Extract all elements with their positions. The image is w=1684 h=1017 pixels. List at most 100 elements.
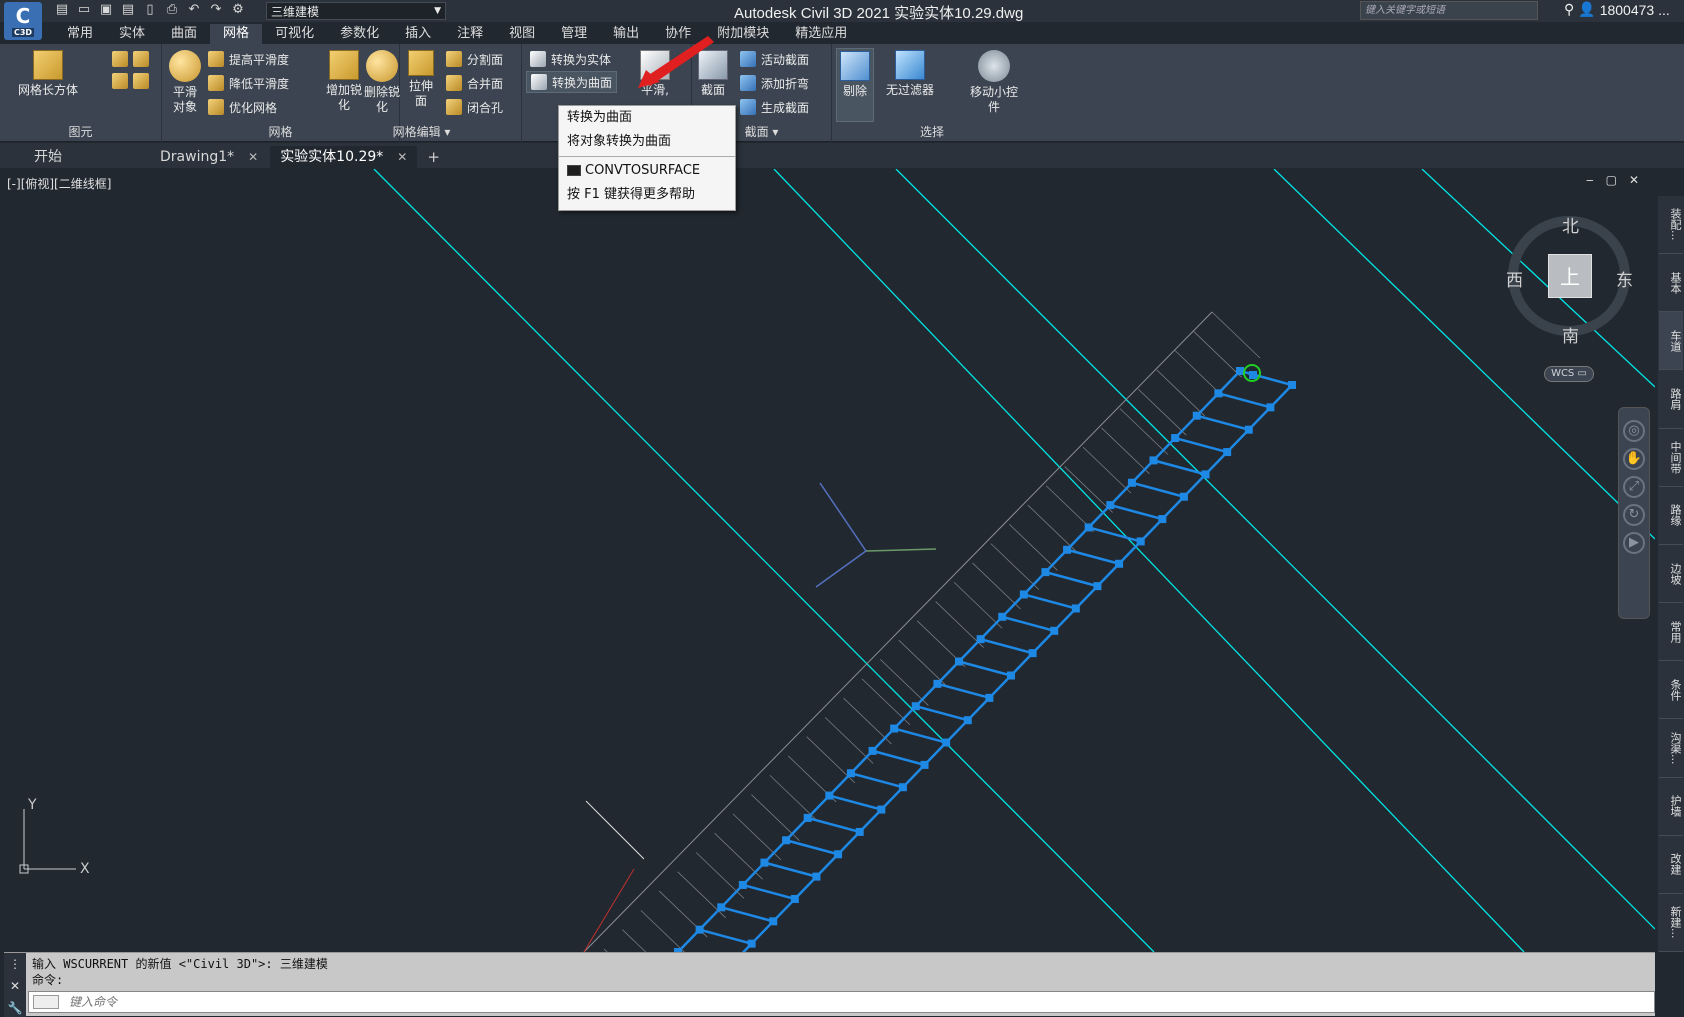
grip[interactable] (933, 679, 942, 688)
pan-hand-icon[interactable]: ✋ (1623, 448, 1645, 470)
smooth-more-button[interactable]: 提高平滑度 (208, 48, 289, 70)
command-prompt-icon[interactable] (33, 995, 59, 1009)
tab-4[interactable]: 可视化 (262, 24, 327, 44)
no-filter-button[interactable]: 无过滤器 (886, 50, 934, 98)
grip[interactable] (1158, 515, 1167, 524)
command-input[interactable]: 键入命令 (28, 991, 1655, 1013)
close-icon[interactable]: ✕ (10, 979, 20, 993)
mesh-cell[interactable] (717, 884, 796, 926)
mesh-cell[interactable] (803, 794, 883, 836)
grip[interactable] (825, 791, 834, 800)
tab-9[interactable]: 管理 (548, 24, 600, 44)
mesh-cell[interactable] (1106, 481, 1185, 524)
drawing-canvas[interactable]: Y X (4, 169, 1655, 952)
grip[interactable] (955, 657, 963, 666)
smooth-object-button[interactable]: 平滑对象 (168, 50, 202, 115)
drawing-viewport[interactable]: [-][俯视][二维线框] ‒ ▢ ✕ Y X (4, 169, 1655, 952)
grip[interactable] (695, 925, 704, 934)
mesh-cell[interactable] (695, 906, 775, 948)
app-menu-button[interactable]: C C3D (4, 2, 42, 40)
grip[interactable] (1136, 537, 1145, 546)
mesh-cell[interactable] (998, 593, 1077, 635)
grip[interactable] (920, 760, 929, 769)
web-mobile-icon[interactable]: ▯ (142, 2, 158, 18)
grip[interactable] (1214, 389, 1223, 398)
mesh-cell[interactable] (782, 817, 861, 859)
undo-icon[interactable]: ↶ (186, 2, 202, 18)
wcs-menu[interactable]: WCS ▭ (1544, 366, 1594, 382)
palette-tab-1[interactable]: 基本 (1659, 254, 1683, 313)
grip[interactable] (942, 738, 951, 747)
palette-tab-11[interactable]: 改建 (1659, 836, 1683, 894)
palette-tab-4[interactable]: 中间带 (1659, 429, 1683, 487)
tab-3[interactable]: 网格 (210, 24, 263, 44)
grip[interactable] (1115, 559, 1124, 568)
palette-tab-12[interactable]: 新建... (1659, 894, 1683, 953)
mesh-cell[interactable] (1149, 437, 1229, 479)
zoom-extents-icon[interactable]: ⤢ (1623, 476, 1645, 498)
grip[interactable] (911, 702, 920, 711)
grip[interactable] (1179, 492, 1188, 501)
add-jog-button[interactable]: 添加折弯 (740, 72, 809, 94)
grip[interactable] (998, 612, 1007, 621)
mesh-cell[interactable] (868, 727, 948, 769)
grip[interactable] (1084, 523, 1093, 532)
grip[interactable] (963, 716, 972, 725)
grip[interactable] (1093, 582, 1102, 591)
tab-1[interactable]: 实体 (106, 24, 158, 44)
grip[interactable] (1266, 403, 1275, 412)
mesh-cell[interactable] (1192, 392, 1272, 434)
mesh-cell[interactable] (1041, 548, 1120, 591)
mesh-cell[interactable] (1171, 414, 1250, 457)
palette-tab-5[interactable]: 路缘 (1659, 487, 1683, 545)
convert-to-surface-button[interactable]: 转换为曲面 (526, 71, 618, 93)
grip[interactable] (985, 693, 994, 702)
grip[interactable] (803, 813, 812, 822)
mesh-wedge-button[interactable] (112, 48, 149, 70)
tab-6[interactable]: 插入 (392, 24, 444, 44)
showmotion-icon[interactable]: ▶ (1623, 532, 1645, 554)
selected-mesh[interactable] (674, 367, 1296, 952)
mesh-cell[interactable] (933, 660, 1012, 702)
grip[interactable] (1028, 649, 1037, 658)
grip[interactable] (855, 827, 864, 836)
user-account[interactable]: ⚲ 👤 1800473 ... (1564, 1, 1670, 18)
grip[interactable] (1041, 568, 1050, 577)
grip-icon[interactable]: ⋮ (9, 957, 21, 971)
culling-button[interactable]: 剔除 (836, 48, 874, 122)
print-icon[interactable]: ⎙ (164, 2, 180, 18)
mesh-cell[interactable] (976, 615, 1056, 658)
grip[interactable] (738, 880, 747, 889)
grip[interactable] (1106, 501, 1115, 510)
tab-0[interactable]: 常用 (54, 24, 106, 44)
steering-wheel-icon[interactable]: ◎ (1623, 420, 1645, 442)
refine-mesh-button[interactable]: 优化网格 (208, 96, 277, 118)
tab-5[interactable]: 参数化 (327, 24, 392, 44)
palette-tab-9[interactable]: 沟渠... (1659, 719, 1683, 778)
live-section-button[interactable]: 活动截面 (740, 48, 809, 70)
grip[interactable] (1236, 367, 1244, 375)
grip[interactable] (790, 894, 799, 903)
grip[interactable] (747, 939, 756, 948)
mesh-cell[interactable] (911, 682, 991, 725)
grip[interactable] (868, 746, 877, 755)
grip[interactable] (717, 903, 726, 912)
mesh-cell[interactable] (955, 638, 1034, 680)
palette-tab-6[interactable]: 边坡 (1659, 545, 1683, 604)
save-as-icon[interactable]: ▤ (120, 2, 136, 18)
palette-tab-7[interactable]: 常用 (1659, 603, 1683, 662)
mesh-cell[interactable] (738, 861, 818, 903)
add-crease-button[interactable]: 增加锐化 (326, 50, 362, 113)
tab-2[interactable]: 曲面 (158, 24, 210, 44)
palette-tab-0[interactable]: 装配... (1659, 196, 1683, 255)
mesh-torus-button[interactable] (112, 70, 149, 92)
grip[interactable] (769, 917, 778, 926)
tab-13[interactable]: 精选应用 (782, 24, 860, 44)
add-tab-button[interactable]: + (419, 146, 448, 168)
mesh-cell[interactable] (825, 772, 904, 814)
grip[interactable] (1019, 590, 1028, 599)
grip[interactable] (846, 769, 855, 778)
viewcube-top-face[interactable]: 上 (1548, 254, 1592, 298)
gear-icon[interactable]: ⚙ (230, 2, 246, 18)
compass-east[interactable]: 东 (1616, 266, 1633, 291)
